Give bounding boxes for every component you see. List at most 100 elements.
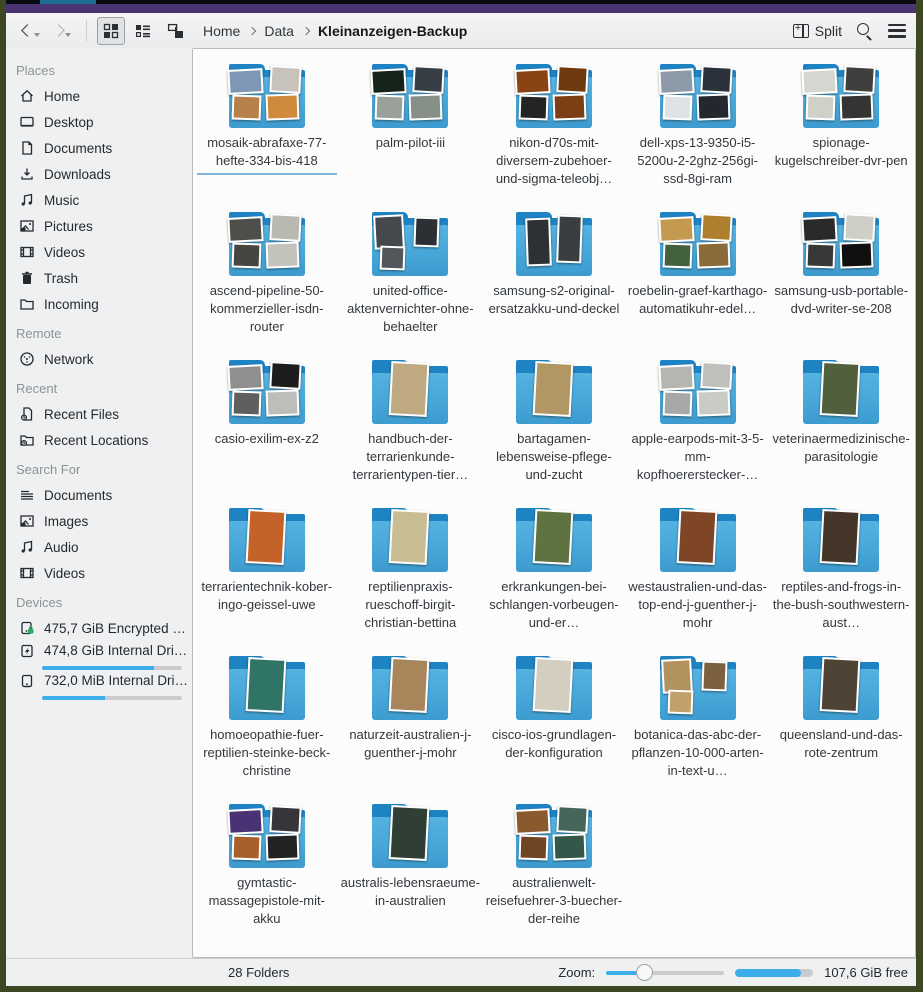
folder-item[interactable]: cisco-ios-grundlagen-der-konfiguration [482,653,626,801]
photo-thumbnail [374,214,406,250]
sidebar-item-recent-files[interactable]: Recent Files [6,401,192,427]
folder-item[interactable]: spionage-kugelschreiber-dvr-pen [769,61,913,209]
photo-thumbnail [375,95,405,121]
folder-item[interactable]: casio-exilim-ex-z2 [195,357,339,505]
sidebar-item-music[interactable]: Music [6,187,192,213]
status-bar: 28 Folders Zoom: 107,6 GiB free [6,958,916,986]
sidebar-item-pictures[interactable]: Pictures [6,213,192,239]
folder-item[interactable]: westaustralien-und-das-top-end-j-guenthe… [626,505,770,653]
search-icon[interactable] [856,22,874,40]
folder-item[interactable]: samsung-s2-original-ersatzakku-und-decke… [482,209,626,357]
device-usage-bar [42,666,182,670]
sidebar-item-home[interactable]: Home [6,83,192,109]
folder-item[interactable]: roebelin-graef-karthago-automatikuhr-ede… [626,209,770,357]
folder-name: westaustralien-und-das-top-end-j-guenthe… [628,578,768,632]
photo-thumbnail [519,95,549,121]
folder-item[interactable]: terrarientechnik-kober-ingo-geissel-uwe [195,505,339,653]
folder-item[interactable]: australienwelt-reisefuehrer-3-buecher-de… [482,801,626,949]
photo-thumbnail [533,361,574,417]
folder-item[interactable]: handbuch-der-terrarienkunde-terrarientyp… [339,357,483,505]
folder-item[interactable]: bartagamen-lebensweise-pflege-und-zucht [482,357,626,505]
breadcrumb-item-home[interactable]: Home [203,23,240,39]
photo-thumbnail [389,657,430,713]
sidebar-section-recent: Recent [6,372,192,401]
device-usage-bar [42,696,182,700]
zoom-slider[interactable] [606,964,724,982]
sidebar-item-475-7-gib-encrypted-[interactable]: 475,7 GiB Encrypted … [6,615,192,641]
folder-item[interactable]: nikon-d70s-mit-diversem-zubehoer-und-sig… [482,61,626,209]
folder-icon [799,360,883,424]
forward-icon [52,24,65,37]
folder-name: reptilienpraxis-rueschoff-birgit-christi… [340,578,480,632]
photo-thumbnail [265,241,299,268]
sidebar-item-network[interactable]: Network [6,346,192,372]
details-view-button[interactable] [129,17,157,45]
photo-thumbnail [514,808,550,835]
folder-item[interactable]: veterinaermedizinische-parasitologie [769,357,913,505]
sidebar-item-videos[interactable]: Videos [6,560,192,586]
folder-name: apple-earpods-mit-3-5-mm-kopfhoerersteck… [628,430,768,484]
sidebar-item-documents[interactable]: Documents [6,482,192,508]
sidebar-item-videos[interactable]: Videos [6,239,192,265]
photo-thumbnail [533,509,574,565]
folder-name: australienwelt-reisefuehrer-3-buecher-de… [484,874,624,928]
hamburger-menu-icon[interactable] [888,24,906,38]
breadcrumb: Home Data Kleinanzeigen-Backup [203,23,467,39]
icons-view-button[interactable] [97,17,125,45]
photo-thumbnail [231,391,261,417]
folder-name: gymtastic-massagepistole-mit-akku [197,874,337,928]
photo-thumbnail [389,805,430,861]
sidebar-item-732-0-mib-internal-dri-[interactable]: 732,0 MiB Internal Dri… [6,671,192,701]
folder-item[interactable]: united-office-aktenvernichter-ohne-behae… [339,209,483,357]
folder-icon [512,508,596,572]
photo-thumbnail [525,218,552,267]
folder-item[interactable]: australis-lebensraeume-in-australien [339,801,483,949]
folder-item[interactable]: dell-xps-13-9350-i5-5200u-2-2ghz-256gi-s… [626,61,770,209]
forward-button[interactable] [49,22,76,39]
folder-item[interactable]: queensland-und-das-rote-zentrum [769,653,913,801]
sidebar-item-label: Audio [44,540,79,555]
split-button[interactable]: Split [793,23,842,39]
breadcrumb-item-kleinanzeigen-backup[interactable]: Kleinanzeigen-Backup [318,23,467,39]
back-button[interactable] [18,22,45,39]
folder-icon [368,656,452,720]
folder-item[interactable]: ascend-pipeline-50-kommerzieller-isdn-ro… [195,209,339,357]
trash-icon [19,270,35,286]
photo-thumbnail [265,389,299,416]
photo-thumbnail [371,68,407,95]
zoom-slider-knob[interactable] [636,964,653,981]
folder-item[interactable]: samsung-usb-portable-dvd-writer-se-208 [769,209,913,357]
columns-view-icon [167,23,184,39]
sidebar-item-recent-locations[interactable]: Recent Locations [6,427,192,453]
sidebar-item-trash[interactable]: Trash [6,265,192,291]
folder-name: reptiles-and-frogs-in-the-bush-southwest… [771,578,911,632]
folder-item[interactable]: reptiles-and-frogs-in-the-bush-southwest… [769,505,913,653]
sidebar-item-desktop[interactable]: Desktop [6,109,192,135]
sidebar-item-474-8-gib-internal-dri-[interactable]: 474,8 GiB Internal Dri… [6,641,192,671]
folder-item[interactable]: reptilienpraxis-rueschoff-birgit-christi… [339,505,483,653]
sidebar-item-audio[interactable]: Audio [6,534,192,560]
folder-icon [368,64,452,128]
folder-item[interactable]: botanica-das-abc-der-pflanzen-10-000-art… [626,653,770,801]
photo-thumbnail [265,93,299,120]
columns-view-button[interactable] [161,17,189,45]
photo-thumbnail [556,65,588,94]
folder-item[interactable]: palm-pilot-iii [339,61,483,209]
photo-thumbnail [661,658,693,694]
sidebar-item-label: Documents [44,488,112,503]
sidebar-item-incoming[interactable]: Incoming [6,291,192,317]
folder-icon [656,656,740,720]
sidebar-item-downloads[interactable]: Downloads [6,161,192,187]
folder-item[interactable]: mosaik-abrafaxe-77-hefte-334-bis-418 [195,61,339,209]
folder-item[interactable]: homoeopathie-fuer-reptilien-steinke-beck… [195,653,339,801]
folder-item[interactable]: apple-earpods-mit-3-5-mm-kopfhoerersteck… [626,357,770,505]
sidebar-item-documents[interactable]: Documents [6,135,192,161]
folder-item[interactable]: naturzeit-australien-j-guenther-j-mohr [339,653,483,801]
photo-thumbnail [696,93,730,120]
folder-item[interactable]: gymtastic-massagepistole-mit-akku [195,801,339,949]
photo-thumbnail [389,509,430,565]
breadcrumb-item-data[interactable]: Data [264,23,294,39]
folder-item[interactable]: erkrankungen-bei-schlangen-vorbeugen-und… [482,505,626,653]
photo-thumbnail [696,241,730,268]
sidebar-item-images[interactable]: Images [6,508,192,534]
